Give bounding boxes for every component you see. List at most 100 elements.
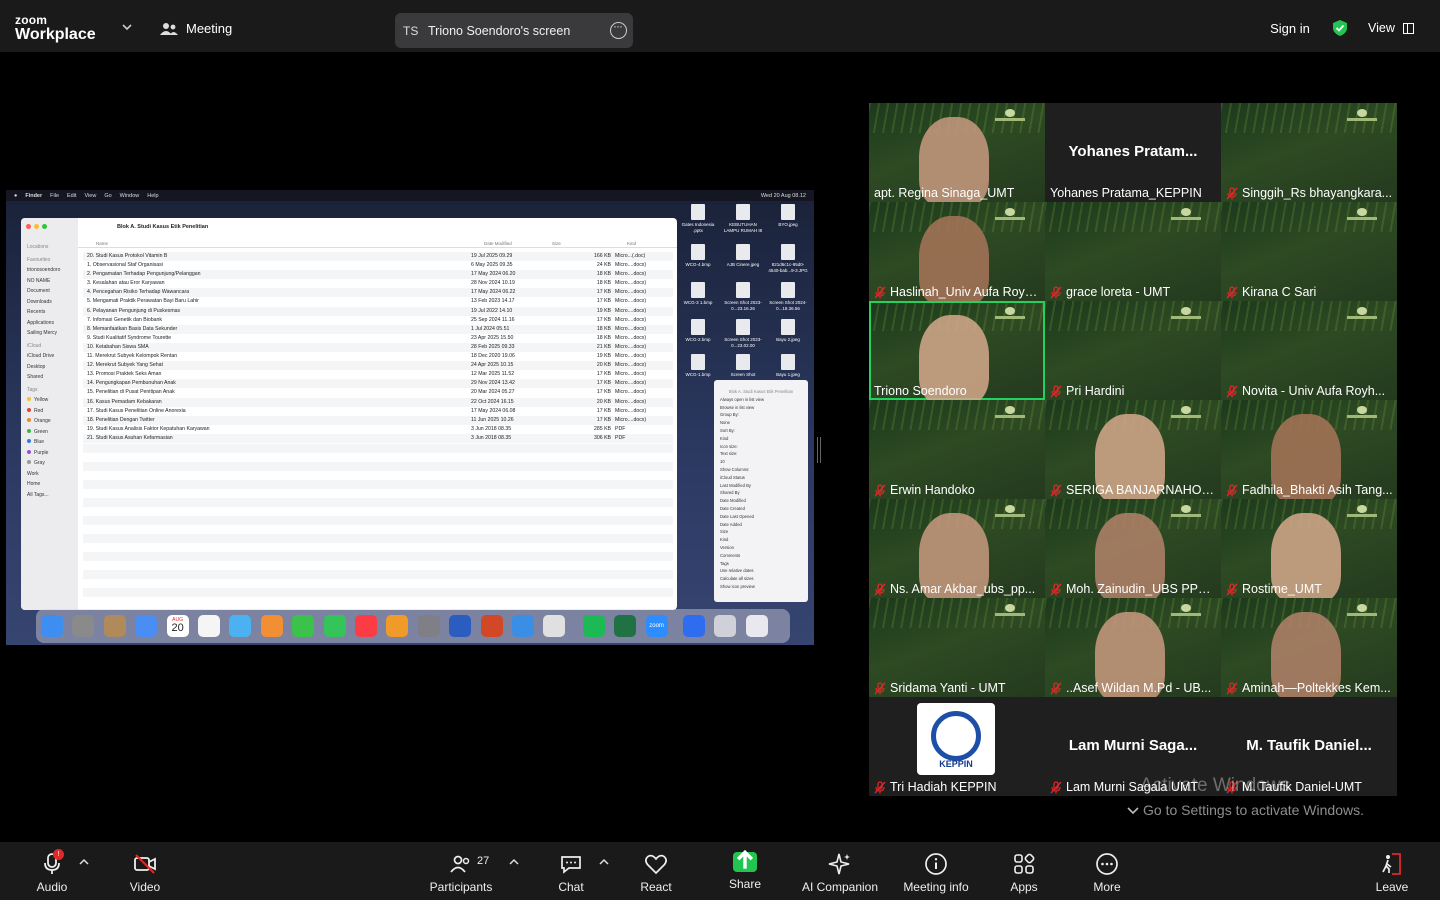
meeting-info-button[interactable]: Meeting info	[898, 842, 974, 900]
file-row[interactable]: 21. Studi Kasus Asuhan Kefarmasian 3 Jun …	[83, 433, 673, 443]
chevron-down-icon[interactable]	[1126, 806, 1140, 816]
file-row[interactable]: 4. Pencegahan Risiko Terhadap Wawancara 1…	[83, 288, 673, 298]
dock-app-icon[interactable]	[72, 615, 95, 637]
panel-option[interactable]: Date Last Opened	[720, 513, 802, 521]
file-row[interactable]: 20. Studi Kasus Protokol Vitamin B 19 Jul…	[83, 252, 673, 262]
panel-option[interactable]: Kind	[720, 536, 802, 544]
panel-option[interactable]: 10	[720, 458, 802, 466]
sidebar-item[interactable]: Document	[27, 286, 78, 297]
panel-option[interactable]: Comments	[720, 552, 802, 560]
sidebar-item[interactable]: Yellow	[27, 395, 78, 406]
file-row[interactable]: 3. Kesalahan atau Eror Karyawan 28 Nov 20…	[83, 279, 673, 288]
panel-option[interactable]: Browse in list view	[720, 404, 802, 412]
sidebar-item[interactable]: All Tags...	[27, 490, 78, 501]
dock-app-icon[interactable]	[582, 615, 605, 637]
panel-option[interactable]: Text size:	[720, 450, 802, 458]
file-row[interactable]: 2. Pengamatan Terhadap Pengunjung/Pelang…	[83, 270, 673, 280]
audio-button[interactable]: Audio	[32, 842, 72, 900]
view-button[interactable]: View	[1368, 15, 1414, 41]
participant-tile[interactable]: Singgih_Rs bhayangkara...	[1221, 103, 1397, 202]
desktop-file-icon[interactable]: Screen Shot 2023-0...23.02.00	[723, 319, 763, 348]
participants-button[interactable]: Participants	[428, 842, 494, 900]
dock-app-icon[interactable]	[614, 615, 637, 637]
participant-tile[interactable]: Rostime_UMT	[1221, 499, 1397, 598]
panel-option[interactable]: Last Modified By	[720, 482, 802, 490]
sidebar-item[interactable]: Green	[27, 427, 78, 438]
panel-option[interactable]: Group By:	[720, 411, 802, 419]
file-row[interactable]: 10. Ketabahan Siswa SMA 28 Feb 2025 09.33…	[83, 342, 673, 353]
panel-option[interactable]: None	[720, 419, 802, 427]
desktop-file-icon[interactable]: Screen Shot 2023-0...23.16.26	[723, 282, 763, 311]
panel-option[interactable]: Date Modified	[720, 497, 802, 505]
participant-tile[interactable]: Fadhila_Bhakti Asih Tang...	[1221, 400, 1397, 499]
encryption-shield-icon[interactable]	[1332, 20, 1348, 36]
panel-option[interactable]: Version	[720, 544, 802, 552]
sidebar-item[interactable]: Orange	[27, 416, 78, 427]
participant-tile[interactable]: grace loreta - UMT	[1045, 202, 1221, 301]
sidebar-item[interactable]: Home	[27, 479, 78, 490]
dock-app-icon[interactable]	[449, 615, 472, 637]
panel-option[interactable]: Kind	[720, 435, 802, 443]
panel-option[interactable]: Show icon preview	[720, 583, 802, 591]
desktop-file-icon[interactable]: WCG-1.bmp	[678, 354, 718, 378]
file-row[interactable]: 11. Merekrut Subyek Kelompok Rentan 18 De…	[83, 352, 673, 361]
panel-option[interactable]: Use relative dates	[720, 567, 802, 575]
dock-app-icon[interactable]	[323, 615, 346, 637]
panel-option[interactable]: Icon size:	[720, 443, 802, 451]
file-row[interactable]: 16. Kasus Pemadam Kebakaran 22 Oct 2024 1…	[83, 397, 673, 407]
panel-option[interactable]: Size	[720, 528, 802, 536]
dock-app-icon[interactable]	[745, 615, 768, 637]
participant-tile[interactable]: SERIGA BANJARNAHOR,...	[1045, 400, 1221, 499]
chevron-up-icon[interactable]	[79, 858, 89, 866]
sidebar-item[interactable]: NO NAME	[27, 276, 78, 287]
sidebar-item[interactable]: Shared	[27, 372, 78, 383]
desktop-file-icon[interactable]: Bayu 1.jpeg	[768, 354, 808, 378]
sidebar-item[interactable]: Desktop	[27, 362, 78, 373]
dock-app-icon[interactable]	[386, 615, 409, 637]
apps-button[interactable]: Apps	[1005, 842, 1043, 900]
zoom-app-icon[interactable]: zoom	[645, 615, 668, 637]
desktop-file-icon[interactable]: Gates Indonesia .pptx	[678, 204, 718, 233]
file-row[interactable]: 19. Studi Kasus Analisis Faktor Kepatuha…	[83, 425, 673, 434]
participant-tile[interactable]: Erwin Handoko	[869, 400, 1045, 499]
ai-companion-button[interactable]: AI Companion	[798, 842, 882, 900]
panel-option[interactable]: Tags	[720, 560, 802, 568]
participant-tile[interactable]: Sridama Yanti - UMT	[869, 598, 1045, 697]
dock-app-icon[interactable]	[135, 615, 158, 637]
participant-tile[interactable]: KEPPIN Tri Hadiah KEPPIN	[869, 697, 1045, 796]
desktop-file-icon[interactable]: WCG-2.bmp	[678, 319, 718, 343]
participant-tile[interactable]: Haslinah_Univ Aufa Royh...	[869, 202, 1045, 301]
panel-option[interactable]: Always open in list view	[720, 396, 802, 404]
chevron-down-icon[interactable]	[122, 22, 132, 32]
panel-option[interactable]: Calculate all sizes	[720, 575, 802, 583]
sidebar-item[interactable]: Red	[27, 406, 78, 417]
sidebar-item[interactable]: Sailing Mercy	[27, 328, 78, 339]
dock-app-icon[interactable]	[683, 615, 705, 637]
file-row[interactable]: 14. Pengungkapan Pembunuhan Anak 29 Nov 2…	[83, 379, 673, 389]
panel-option[interactable]: Shared By	[720, 489, 802, 497]
participant-tile[interactable]: Triono Soendoro	[869, 301, 1045, 400]
file-row[interactable]: 15. Penelitian di Pusat Penitipan Anak 20…	[83, 388, 673, 397]
dock-app-icon[interactable]	[41, 615, 63, 637]
dock-app-icon[interactable]	[198, 615, 220, 637]
panel-option[interactable]: Show Columns:	[720, 466, 802, 474]
file-row[interactable]: 1. Observasional Staf Organisasi 6 May 20…	[83, 261, 673, 270]
video-button[interactable]: Video	[124, 842, 166, 900]
file-row[interactable]: 8. Memanfaatkan Basis Data Sekunder 1 Jul…	[83, 324, 673, 334]
file-row[interactable]: 17. Studi Kasus Penelitian Online Anorex…	[83, 407, 673, 416]
panel-option[interactable]: Date Created	[720, 505, 802, 513]
panel-option[interactable]: Date Added	[720, 521, 802, 529]
participant-tile[interactable]: Novita - Univ Aufa Royh...	[1221, 301, 1397, 400]
sidebar-item[interactable]: Purple	[27, 448, 78, 459]
desktop-file-icon[interactable]: KEBUTUHAN LAMPU RUMAH I8	[723, 204, 763, 233]
file-row[interactable]: 9. Studi Kualitatif Syndrome Tourette 23 …	[83, 334, 673, 343]
dock-app-icon[interactable]	[480, 615, 503, 637]
participant-tile[interactable]: Ns. Amar Akbar_ubs_pp...	[869, 499, 1045, 598]
dock-app-icon[interactable]	[260, 615, 283, 637]
sidebar-item[interactable]: Blue	[27, 437, 78, 448]
panel-option[interactable]: Sort By:	[720, 427, 802, 435]
participant-tile[interactable]: Kirana C Sari	[1221, 202, 1397, 301]
file-row[interactable]: 18. Penelitian Dengan Twitter 11 Jun 2025…	[83, 415, 673, 425]
dock-app-icon[interactable]	[292, 615, 315, 637]
chat-button[interactable]: Chat	[553, 842, 589, 900]
